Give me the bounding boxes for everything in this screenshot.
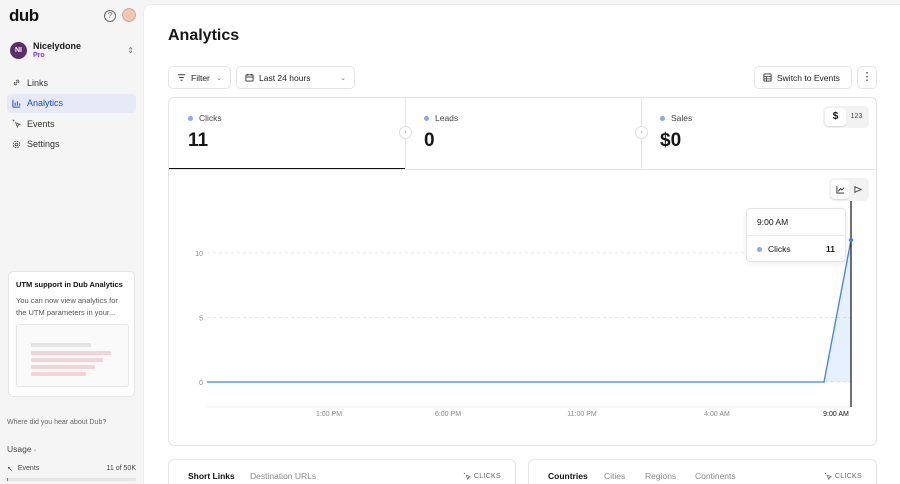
chevron-up-down-icon: ⇕	[127, 45, 134, 55]
tooltip-time: 9:00 AM	[747, 209, 845, 236]
date-range-label: Last 24 hours	[259, 72, 311, 83]
timeseries-chart-card: 10 5 0 1:00 PM 6:00 PM 11:00 PM 4:00 AM 9:00 AM…	[168, 169, 877, 446]
tab-regions[interactable]: Regions	[645, 471, 676, 481]
metric-text: CLICKS	[473, 472, 501, 480]
chevron-down-icon: ⌄	[216, 74, 222, 82]
metric-label: CLICKS	[463, 472, 501, 480]
more-options-button[interactable]: ⋮	[857, 66, 877, 89]
x-tick-label: 9:00 AM	[823, 411, 849, 418]
funnel-chart-icon[interactable]	[849, 180, 867, 199]
link-icon	[12, 78, 21, 87]
links-breakdown-card: Short Links Destination URLs CLICKS	[168, 459, 516, 484]
stat-clicks[interactable]: Clicks 11	[169, 98, 405, 170]
tab-countries[interactable]: Countries	[548, 471, 588, 481]
sidebar-item-label: Links	[27, 77, 49, 88]
usage-events-label: Events	[17, 465, 40, 472]
gear-icon	[12, 140, 21, 149]
chart-type-toggle[interactable]	[829, 178, 869, 201]
workspace-name: Nicelydone	[33, 40, 82, 51]
stat-leads[interactable]: Leads 0	[405, 98, 641, 170]
stat-value: $0	[660, 130, 682, 151]
y-tick-label: 5	[199, 315, 203, 322]
usage-label: Usage	[7, 444, 32, 454]
line-chart-icon[interactable]	[831, 180, 849, 199]
workspace-avatar: NI	[10, 41, 27, 59]
chevron-down-icon: ⌄	[340, 74, 346, 82]
usage-events-row: ↖ Events 11 of 50K	[7, 465, 136, 473]
metric-label: CLICKS	[824, 472, 862, 480]
clicks-dot	[757, 246, 762, 252]
filter-label: Filter	[191, 72, 210, 83]
dub-logo[interactable]: dub	[9, 6, 39, 26]
date-range-picker[interactable]: Last 24 hours ⌄	[236, 66, 355, 89]
promo-preview-image	[16, 324, 129, 387]
cursor-click-icon: ↖	[7, 466, 13, 473]
usage-progress-bar	[7, 478, 136, 481]
y-tick-label: 0	[199, 380, 203, 387]
tab-cities[interactable]: Cities	[604, 471, 625, 481]
main-panel: Analytics Filter ⌄ Last 24 hours ⌄ Switc…	[143, 4, 900, 484]
sidebar-item-settings[interactable]: Settings	[7, 135, 136, 154]
chevron-right-icon: ›	[33, 448, 36, 454]
leads-dot	[424, 115, 429, 121]
currency-option-number[interactable]: 123	[846, 108, 867, 126]
stat-label: Leads	[435, 113, 459, 123]
stats-row: Clicks 11 › Leads 0 › Sales $0 $ 123	[168, 97, 877, 170]
sidebar-item-events[interactable]: Events	[7, 114, 136, 133]
stat-label: Clicks	[199, 113, 222, 123]
workspace-switcher[interactable]: NI Nicelydone Pro ⇕	[10, 40, 134, 60]
tooltip-value: 11	[826, 244, 835, 254]
y-tick-label: 10	[195, 251, 203, 258]
stat-value: 0	[424, 130, 435, 151]
data-point	[848, 237, 854, 243]
utm-promo-card[interactable]: UTM support in Dub Analytics You can now…	[8, 271, 135, 397]
promo-title: UTM support in Dub Analytics	[16, 280, 123, 289]
x-tick-label: 1:00 PM	[316, 411, 342, 418]
sidebar: dub ? NI Nicelydone Pro ⇕ Links Analytic…	[0, 0, 143, 484]
locations-breakdown-card: Countries Cities Regions Continents CLIC…	[528, 459, 877, 484]
x-tick-label: 6:00 PM	[435, 411, 461, 418]
sidebar-item-links[interactable]: Links	[7, 73, 136, 92]
currency-option-dollar[interactable]: $	[825, 108, 846, 126]
cursor-click-icon	[463, 472, 471, 480]
sales-dot	[660, 115, 665, 121]
clicks-dot	[188, 115, 193, 121]
tooltip-label: Clicks	[768, 244, 791, 254]
sidebar-item-label: Events	[27, 118, 55, 129]
bar-chart-icon	[12, 99, 21, 108]
metric-text: CLICKS	[834, 472, 862, 480]
table-icon	[763, 73, 772, 82]
page-title: Analytics	[168, 27, 240, 44]
tab-continents[interactable]: Continents	[695, 471, 736, 481]
x-tick-label: 11:00 PM	[567, 411, 597, 418]
tab-short-links[interactable]: Short Links	[188, 471, 235, 481]
survey-link[interactable]: Where did you hear about Dub?	[7, 419, 106, 426]
sidebar-item-label: Analytics	[27, 98, 64, 108]
calendar-icon	[245, 73, 254, 82]
user-avatar[interactable]	[122, 8, 136, 22]
help-icon[interactable]: ?	[104, 10, 116, 22]
usage-events-count: 11 of 50K	[106, 465, 136, 472]
sidebar-item-analytics[interactable]: Analytics	[7, 93, 136, 113]
promo-body: You can now view analytics for the UTM p…	[16, 296, 118, 317]
chart-tooltip: 9:00 AM Clicks 11	[746, 208, 846, 262]
switch-events-label: Switch to Events	[777, 72, 840, 83]
sidebar-nav: Links Analytics Events Settings	[7, 73, 136, 155]
x-tick-label: 4:00 AM	[704, 411, 730, 418]
more-vertical-icon: ⋮	[861, 71, 873, 83]
stat-label: Sales	[671, 113, 693, 123]
sidebar-item-label: Settings	[27, 139, 60, 149]
cursor-click-icon	[12, 119, 21, 128]
filter-button[interactable]: Filter ⌄	[168, 66, 231, 89]
usage-toggle[interactable]: Usage ›	[7, 444, 36, 454]
currency-toggle[interactable]: $ 123	[823, 106, 869, 128]
filter-icon	[177, 73, 186, 82]
cursor-click-icon	[824, 472, 832, 480]
stat-value: 11	[188, 130, 209, 151]
tab-destination-urls[interactable]: Destination URLs	[250, 471, 316, 481]
switch-to-events-button[interactable]: Switch to Events	[754, 66, 852, 89]
workspace-plan: Pro	[33, 51, 45, 59]
